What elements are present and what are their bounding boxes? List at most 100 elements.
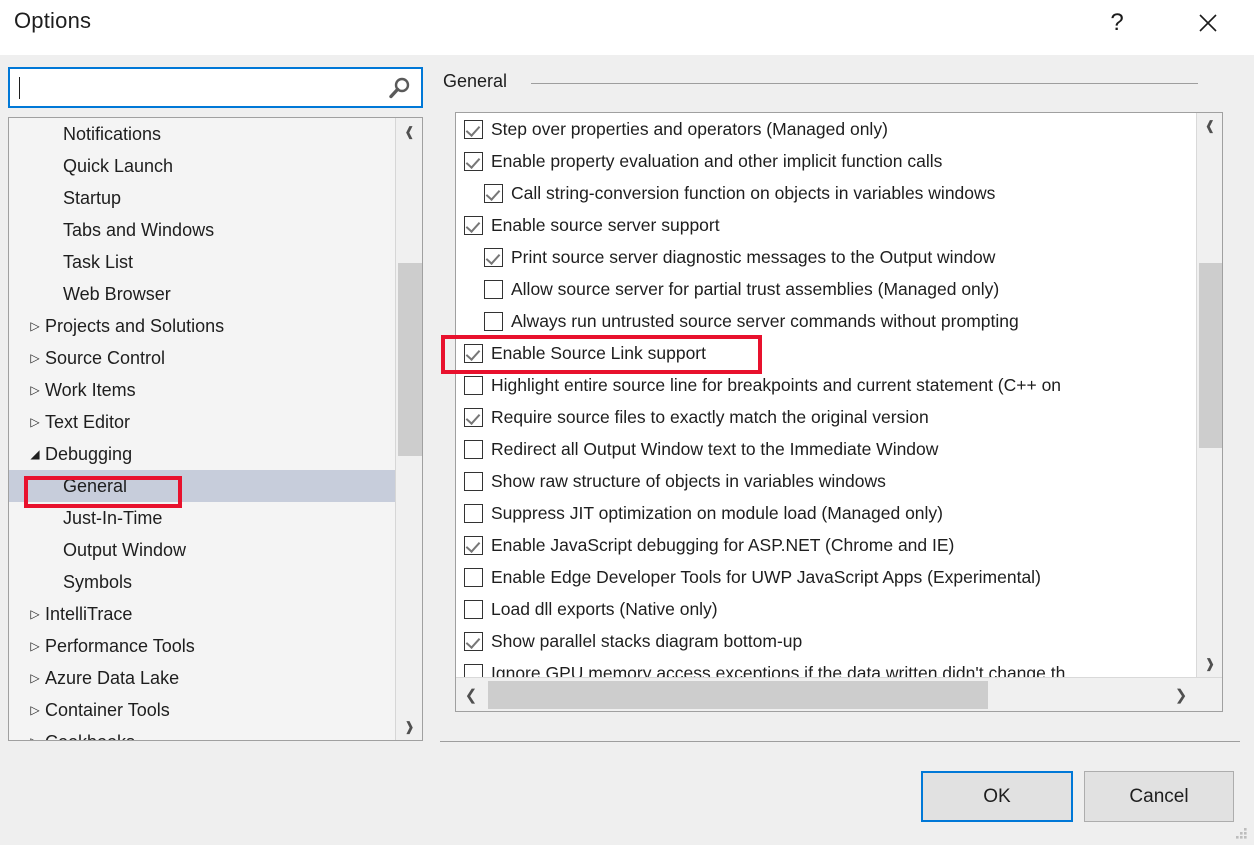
chevron-up-icon[interactable]: ❰ xyxy=(396,118,423,145)
options-checkbox-list[interactable]: Step over properties and operators (Mana… xyxy=(455,112,1223,712)
option-enable-source-link-support[interactable]: Enable Source Link support xyxy=(456,337,1196,369)
tree-item-text-editor[interactable]: ▷Text Editor xyxy=(9,406,395,438)
checkbox-unchecked-icon[interactable] xyxy=(464,600,483,619)
option-highlight-entire-source-line-for-breakpoints-and[interactable]: Highlight entire source line for breakpo… xyxy=(456,369,1196,401)
checkbox-unchecked-icon[interactable] xyxy=(464,504,483,523)
expander-collapsed-icon[interactable]: ▷ xyxy=(28,671,42,685)
chevron-left-icon[interactable]: ❮ xyxy=(456,678,486,711)
ok-button-label: OK xyxy=(983,786,1010,808)
checkbox-unchecked-icon[interactable] xyxy=(464,472,483,491)
options-horizontal-scrollbar[interactable]: ❮ ❯ xyxy=(456,677,1222,711)
tree-item-label: Web Browser xyxy=(63,284,171,305)
tree-item-label: Container Tools xyxy=(27,700,170,721)
option-print-source-server-diagnostic-messages-to-the-o[interactable]: Print source server diagnostic messages … xyxy=(456,241,1196,273)
option-step-over-properties-and-operators-managed-only[interactable]: Step over properties and operators (Mana… xyxy=(456,113,1196,145)
tree-item-label: Text Editor xyxy=(27,412,130,433)
options-category-tree[interactable]: NotificationsQuick LaunchStartupTabs and… xyxy=(8,117,423,741)
search-input[interactable] xyxy=(10,69,385,106)
chevron-right-icon[interactable]: ❯ xyxy=(1166,678,1196,711)
expander-collapsed-icon[interactable]: ▷ xyxy=(28,319,42,333)
checkbox-checked-icon[interactable] xyxy=(464,152,483,171)
tree-item-performance-tools[interactable]: ▷Performance Tools xyxy=(9,630,395,662)
checkbox-unchecked-icon[interactable] xyxy=(484,312,503,331)
option-show-raw-structure-of-objects-in-variables-windo[interactable]: Show raw structure of objects in variabl… xyxy=(456,465,1196,497)
scrollbar-thumb[interactable] xyxy=(488,681,988,709)
tree-item-cookbooks[interactable]: ▷Cookbooks xyxy=(9,726,395,740)
tree-item-just-in-time[interactable]: Just-In-Time xyxy=(9,502,395,534)
checkbox-checked-icon[interactable] xyxy=(464,536,483,555)
checkbox-unchecked-icon[interactable] xyxy=(464,440,483,459)
tree-item-debugging[interactable]: ◢Debugging xyxy=(9,438,395,470)
option-redirect-all-output-window-text-to-the-immediate[interactable]: Redirect all Output Window text to the I… xyxy=(456,433,1196,465)
tree-item-general[interactable]: General xyxy=(9,470,395,502)
expander-collapsed-icon[interactable]: ▷ xyxy=(28,415,42,429)
checkbox-checked-icon[interactable] xyxy=(484,248,503,267)
header-divider xyxy=(531,83,1198,84)
chevron-down-icon[interactable]: ❱ xyxy=(396,713,423,740)
expander-collapsed-icon[interactable]: ▷ xyxy=(28,735,42,740)
close-button[interactable] xyxy=(1185,0,1231,46)
checkbox-unchecked-icon[interactable] xyxy=(464,568,483,587)
chevron-down-icon[interactable]: ❱ xyxy=(1197,651,1223,677)
expander-collapsed-icon[interactable]: ▷ xyxy=(28,607,42,621)
option-label: Ignore GPU memory access exceptions if t… xyxy=(491,663,1065,678)
tree-item-azure-data-lake[interactable]: ▷Azure Data Lake xyxy=(9,662,395,694)
tree-item-label: Projects and Solutions xyxy=(27,316,224,337)
tree-item-startup[interactable]: Startup xyxy=(9,182,395,214)
checkbox-checked-icon[interactable] xyxy=(464,344,483,363)
tree-item-symbols[interactable]: Symbols xyxy=(9,566,395,598)
expander-collapsed-icon[interactable]: ▷ xyxy=(28,703,42,717)
tree-item-label: Cookbooks xyxy=(27,732,135,741)
option-require-source-files-to-exactly-match-the-origin[interactable]: Require source files to exactly match th… xyxy=(456,401,1196,433)
help-button[interactable]: ? xyxy=(1094,0,1140,46)
chevron-up-icon[interactable]: ❰ xyxy=(1197,113,1223,139)
option-load-dll-exports-native-only[interactable]: Load dll exports (Native only) xyxy=(456,593,1196,625)
tree-item-label: Just-In-Time xyxy=(63,508,162,529)
cancel-button[interactable]: Cancel xyxy=(1084,771,1234,822)
tree-item-container-tools[interactable]: ▷Container Tools xyxy=(9,694,395,726)
tree-item-task-list[interactable]: Task List xyxy=(9,246,395,278)
scrollbar-thumb[interactable] xyxy=(1199,263,1222,448)
checkbox-checked-icon[interactable] xyxy=(464,120,483,139)
checkbox-checked-icon[interactable] xyxy=(464,216,483,235)
checkbox-unchecked-icon[interactable] xyxy=(484,280,503,299)
ok-button[interactable]: OK xyxy=(921,771,1073,822)
option-enable-javascript-debugging-for-asp-net-chrome-a[interactable]: Enable JavaScript debugging for ASP.NET … xyxy=(456,529,1196,561)
tree-item-notifications[interactable]: Notifications xyxy=(9,118,395,150)
option-ignore-gpu-memory-access-exceptions-if-the-data-[interactable]: Ignore GPU memory access exceptions if t… xyxy=(456,657,1196,677)
expander-collapsed-icon[interactable]: ▷ xyxy=(28,383,42,397)
resize-grip-icon[interactable] xyxy=(1233,825,1249,841)
checkbox-unchecked-icon[interactable] xyxy=(464,376,483,395)
tree-item-tabs-and-windows[interactable]: Tabs and Windows xyxy=(9,214,395,246)
expander-collapsed-icon[interactable]: ▷ xyxy=(28,639,42,653)
checkbox-checked-icon[interactable] xyxy=(484,184,503,203)
option-enable-property-evaluation-and-other-implicit-fu[interactable]: Enable property evaluation and other imp… xyxy=(456,145,1196,177)
option-label: Suppress JIT optimization on module load… xyxy=(491,503,943,524)
tree-item-work-items[interactable]: ▷Work Items xyxy=(9,374,395,406)
search-icon[interactable] xyxy=(387,76,413,102)
tree-item-output-window[interactable]: Output Window xyxy=(9,534,395,566)
scrollbar-thumb[interactable] xyxy=(398,263,422,456)
checkbox-checked-icon[interactable] xyxy=(464,632,483,651)
tree-item-source-control[interactable]: ▷Source Control xyxy=(9,342,395,374)
option-label: Show parallel stacks diagram bottom-up xyxy=(491,631,802,652)
option-enable-source-server-support[interactable]: Enable source server support xyxy=(456,209,1196,241)
expander-expanded-icon[interactable]: ◢ xyxy=(28,447,42,461)
checkbox-checked-icon[interactable] xyxy=(464,408,483,427)
option-allow-source-server-for-partial-trust-assemblies[interactable]: Allow source server for partial trust as… xyxy=(456,273,1196,305)
tree-item-projects-and-solutions[interactable]: ▷Projects and Solutions xyxy=(9,310,395,342)
tree-item-intellitrace[interactable]: ▷IntelliTrace xyxy=(9,598,395,630)
option-suppress-jit-optimization-on-module-load-managed[interactable]: Suppress JIT optimization on module load… xyxy=(456,497,1196,529)
tree-vertical-scrollbar[interactable]: ❰ ❱ xyxy=(395,118,422,740)
search-box[interactable] xyxy=(8,67,423,108)
tree-item-web-browser[interactable]: Web Browser xyxy=(9,278,395,310)
tree-item-quick-launch[interactable]: Quick Launch xyxy=(9,150,395,182)
option-show-parallel-stacks-diagram-bottom-up[interactable]: Show parallel stacks diagram bottom-up xyxy=(456,625,1196,657)
option-call-string-conversion-function-on-objects-in-va[interactable]: Call string-conversion function on objec… xyxy=(456,177,1196,209)
checkbox-unchecked-icon[interactable] xyxy=(464,664,483,678)
options-vertical-scrollbar[interactable]: ❰ ❱ xyxy=(1196,113,1222,677)
option-always-run-untrusted-source-server-commands-with[interactable]: Always run untrusted source server comma… xyxy=(456,305,1196,337)
expander-collapsed-icon[interactable]: ▷ xyxy=(28,351,42,365)
option-label: Show raw structure of objects in variabl… xyxy=(491,471,886,492)
option-enable-edge-developer-tools-for-uwp-javascript-a[interactable]: Enable Edge Developer Tools for UWP Java… xyxy=(456,561,1196,593)
